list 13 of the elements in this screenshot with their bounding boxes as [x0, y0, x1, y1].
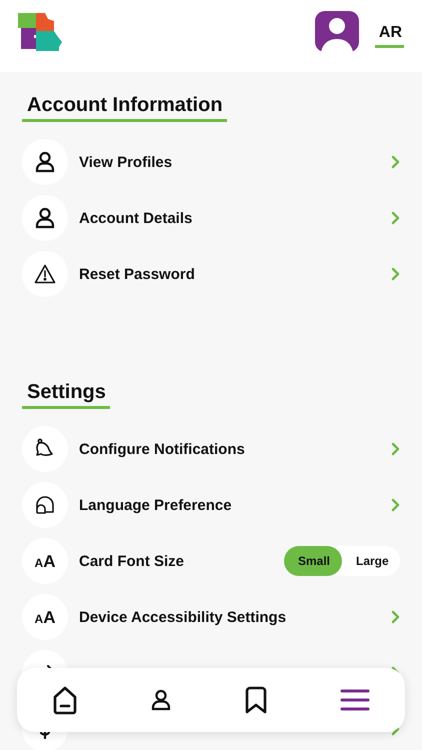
font-size-icon: AA — [34, 608, 56, 626]
menu-item-label[interactable]: Card Font Size — [79, 552, 284, 570]
menu-item-label[interactable]: Reset Password — [79, 266, 391, 282]
menu-item-label[interactable]: View Profiles — [79, 154, 391, 170]
font-size-option[interactable]: Small — [284, 546, 342, 576]
menu-item-label[interactable]: Configure Notifications — [79, 440, 391, 458]
user-initials: AR — [374, 18, 404, 48]
section-title: Account Information — [22, 94, 227, 122]
menu-item-label[interactable]: Language Preference — [79, 496, 391, 514]
menu-item-label[interactable]: Account Details — [79, 210, 391, 226]
menu-item-label[interactable]: Device Accessibility Settings — [79, 608, 391, 626]
section-title: Settings — [22, 381, 110, 409]
font-size-icon: AA — [34, 552, 56, 570]
